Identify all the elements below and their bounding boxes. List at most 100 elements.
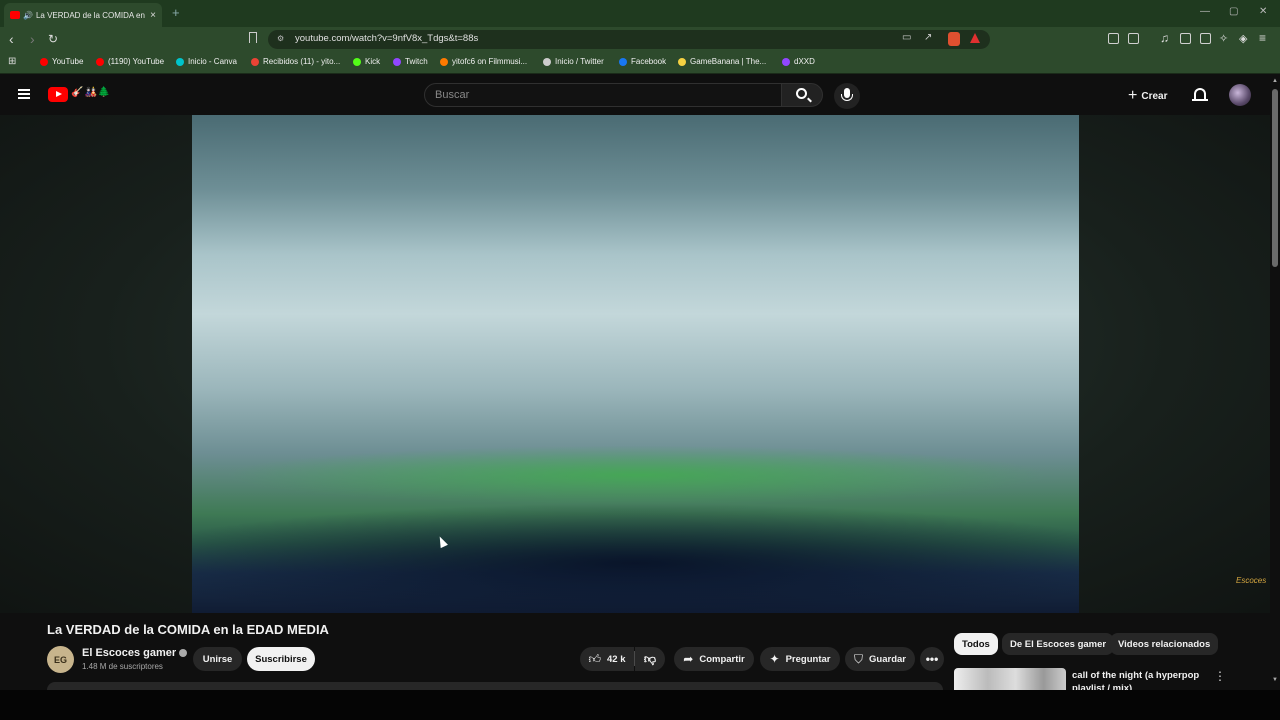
create-label: Crear	[1141, 90, 1168, 102]
logo-doodle[interactable]: 🎸🎎🌲	[71, 87, 111, 98]
wallet-icon[interactable]	[1128, 33, 1139, 44]
bookmark-item[interactable]: yitofc6 on Filmmusi...	[440, 57, 527, 66]
bookmark-item[interactable]: GameBanana | The...	[678, 57, 766, 66]
dislike-button[interactable]: 👎︎	[635, 647, 665, 671]
bookmark-label: Twitch	[405, 57, 428, 66]
search-button[interactable]	[781, 83, 823, 107]
notifications-bell-icon[interactable]	[1192, 88, 1208, 101]
bookmark-save-icon: ⛉	[854, 651, 864, 666]
bookmark-item[interactable]: Facebook	[619, 57, 666, 66]
hamburger-menu-icon[interactable]	[18, 89, 30, 99]
brave-rewards-icon[interactable]	[970, 33, 980, 43]
bookmark-label: Recibidos (11) - yito...	[263, 57, 341, 66]
search-input[interactable]: Buscar	[424, 83, 782, 107]
sidebar-icon[interactable]	[1180, 33, 1191, 44]
site-info-icon[interactable]: ⚙	[277, 34, 284, 43]
bookmark-item[interactable]: Inicio / Twitter	[543, 57, 604, 66]
thumbs-up-icon: 👍︎	[588, 651, 602, 666]
save-label: Guardar	[869, 653, 906, 665]
bookmark-favicon-icon	[40, 57, 48, 66]
minimize-icon[interactable]: —	[1200, 6, 1210, 17]
brave-shield-icon[interactable]	[948, 32, 960, 46]
more-actions-button[interactable]: •••	[920, 647, 944, 671]
browser-tab[interactable]: 🔊 La VERDAD de la COMIDA en ×	[4, 3, 162, 27]
like-count: 42 k	[607, 653, 626, 665]
bookmark-favicon-icon	[543, 57, 551, 66]
bookmark-item[interactable]: Inicio - Canva	[176, 57, 237, 66]
subscriber-count: 1.48 M de suscriptores	[82, 662, 163, 671]
bookmark-item[interactable]: Kick	[353, 57, 380, 66]
page-scrollbar[interactable]: ▲ ▼	[1270, 75, 1280, 690]
vpn-shield-icon[interactable]: ◈	[1239, 32, 1247, 45]
close-tab-icon[interactable]: ×	[150, 10, 156, 21]
close-window-icon[interactable]: ✕	[1259, 6, 1267, 17]
subscribe-button[interactable]: Suscribirse	[247, 647, 315, 671]
share-button[interactable]: ➦ Compartir	[674, 647, 754, 671]
apps-grid-icon[interactable]: ⊞	[8, 56, 16, 67]
ask-label: Preguntar	[785, 653, 831, 665]
bookmark-favicon-icon	[678, 57, 686, 66]
bookmark-item[interactable]: Recibidos (11) - yito...	[251, 57, 340, 66]
bookmark-label: Inicio - Canva	[188, 57, 237, 66]
bookmark-favicon-icon	[176, 57, 184, 66]
youtube-logo-icon[interactable]	[48, 87, 68, 102]
related-video-thumbnail[interactable]	[954, 668, 1066, 690]
channel-avatar[interactable]: EG	[47, 646, 74, 673]
forward-icon[interactable]: ›	[30, 31, 35, 47]
video-frame-grass	[222, 445, 1052, 505]
create-button[interactable]: + Crear	[1128, 87, 1167, 105]
scrollbar-thumb[interactable]	[1272, 89, 1278, 267]
maximize-icon[interactable]: ▢	[1229, 6, 1238, 17]
more-dots-icon: •••	[925, 652, 939, 666]
menu-icon[interactable]: ≡	[1259, 31, 1266, 45]
bookmark-item[interactable]: dXXD	[782, 57, 815, 66]
channel-watermark[interactable]: Escoces	[1236, 576, 1266, 585]
chip-all[interactable]: Todos	[954, 633, 998, 655]
bookmark-label: YouTube	[52, 57, 84, 66]
back-icon[interactable]: ‹	[9, 31, 14, 47]
related-video-menu-icon[interactable]: ⋮	[1214, 669, 1226, 683]
extensions-icon[interactable]	[1108, 33, 1119, 44]
url-bar[interactable]: ⚙ youtube.com/watch?v=9nfV8x_Tdgs&t=88s …	[268, 30, 990, 49]
bookmark-item[interactable]: (1190) YouTube	[96, 57, 164, 66]
music-icon[interactable]: ♫	[1160, 31, 1169, 45]
channel-name[interactable]: El Escoces gamer	[82, 647, 188, 659]
join-button[interactable]: Unirse	[193, 647, 242, 671]
ask-button[interactable]: ✦ Preguntar	[760, 647, 840, 671]
tab-title: La VERDAD de la COMIDA en	[35, 10, 145, 20]
scroll-up-icon[interactable]: ▲	[1272, 78, 1278, 84]
reading-list-icon[interactable]	[1200, 33, 1211, 44]
scroll-down-icon[interactable]: ▼	[1272, 677, 1278, 683]
bookmark-label: dXXD	[794, 57, 815, 66]
bookmark-label: GameBanana | The...	[690, 57, 767, 66]
search-icon	[796, 88, 807, 99]
chip-related[interactable]: Videos relacionados	[1110, 633, 1219, 655]
bookmarks-bar: ⊞ YouTube (1190) YouTube Inicio - Canva Rec…	[0, 52, 1280, 74]
bookmark-label: (1190) YouTube	[108, 57, 165, 66]
video-player[interactable]	[192, 115, 1079, 613]
like-button[interactable]: 👍︎ 42 k	[580, 647, 634, 671]
youtube-favicon-icon	[10, 11, 20, 19]
browser-tab-bar: 🔊 La VERDAD de la COMIDA en × + — ▢ ✕	[0, 0, 1280, 27]
bookmark-item[interactable]: YouTube	[40, 57, 83, 66]
voice-search-button[interactable]	[834, 83, 860, 109]
bookmark-label: yitofc6 on Filmmusi...	[452, 57, 528, 66]
bookmark-item[interactable]: Twitch	[393, 57, 428, 66]
share-arrow-icon: ➦	[683, 652, 694, 666]
save-button[interactable]: ⛉ Guardar	[845, 647, 915, 671]
audio-playing-icon[interactable]: 🔊	[23, 11, 33, 20]
user-avatar[interactable]	[1229, 84, 1251, 106]
share-label: Compartir	[699, 653, 745, 665]
ai-assistant-icon[interactable]: ✧	[1219, 32, 1228, 45]
chip-from-channel[interactable]: De El Escoces gamer	[1002, 633, 1115, 655]
bookmark-favicon-icon	[440, 57, 448, 66]
video-title: La VERDAD de la COMIDA en la EDAD MEDIA	[47, 622, 329, 637]
new-tab-button[interactable]: +	[172, 5, 180, 20]
reload-icon[interactable]: ↻	[48, 32, 58, 46]
share-page-icon[interactable]: ↗	[924, 32, 932, 43]
cast-icon[interactable]: ▭	[902, 32, 911, 43]
bookmark-favicon-icon	[353, 57, 361, 66]
bookmark-favicon-icon	[782, 57, 790, 66]
related-video-title[interactable]: call of the night (a hyperpop playlist /…	[1072, 669, 1202, 690]
bookmark-icon[interactable]	[249, 32, 257, 43]
